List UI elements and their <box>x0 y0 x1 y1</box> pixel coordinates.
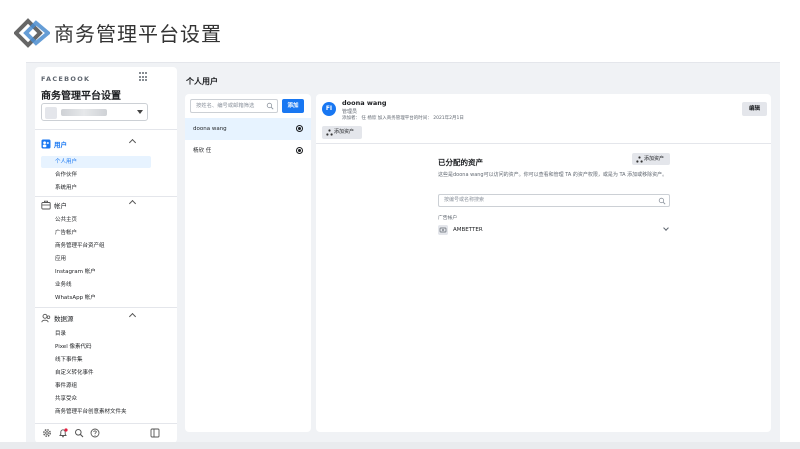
assigned-assets-title: 已分配的资产 <box>438 158 483 167</box>
sidebar-item-pages[interactable]: 公共主页 <box>35 214 177 226</box>
user-list-panel: 按姓名、编号或邮箱筛选 添加 doona wang 杨欣 任 <box>185 94 311 432</box>
sidebar-section-label: 用户 <box>54 141 67 149</box>
search-icon <box>658 197 666 205</box>
briefcase-icon <box>41 200 51 210</box>
divider <box>35 423 177 424</box>
sidebar-item-whatsapp[interactable]: WhatsApp 帐户 <box>35 292 177 304</box>
user-name: 杨欣 任 <box>193 148 212 154</box>
asset-name: AMBETTER <box>453 227 483 233</box>
page-title: 商务管理平台设置 <box>54 22 222 46</box>
sidebar-item-asset-groups[interactable]: 商务管理平台资产组 <box>35 240 177 252</box>
radio-selected-icon[interactable] <box>296 125 303 132</box>
chevron-up-icon[interactable] <box>128 312 137 321</box>
add-assets-button[interactable]: 添加资产 <box>632 153 670 165</box>
section-title: 个人用户 <box>186 77 218 86</box>
bell-icon[interactable] <box>58 428 68 438</box>
sidebar-section-label: 数据源 <box>54 315 74 323</box>
sidebar-item-pixels[interactable]: Pixel 像素代码 <box>35 341 177 353</box>
app-container: FACEBOOK 商务管理平台设置 用户 个人用户 合作伙伴 系统用户 帐户 公… <box>26 62 780 443</box>
sidebar: FACEBOOK 商务管理平台设置 用户 个人用户 合作伙伴 系统用户 帐户 公… <box>35 67 177 443</box>
add-assets-button-label: 添加资产 <box>644 156 665 162</box>
user-detail-panel: FI doona wang 管理员 添加者： 任 杨欣 加入商务管理平台的时间：… <box>316 94 771 432</box>
sidebar-toggle-icon[interactable] <box>150 428 160 438</box>
sidebar-item-people[interactable]: 个人用户 <box>41 156 151 168</box>
user-name: doona wang <box>193 126 227 132</box>
user-detail-name: doona wang <box>342 99 387 107</box>
chevron-up-icon[interactable] <box>128 138 137 147</box>
add-user-button[interactable]: 添加 <box>282 99 304 113</box>
business-avatar <box>45 107 57 119</box>
bottom-bar <box>0 442 800 449</box>
user-row[interactable]: 杨欣 任 <box>185 140 311 162</box>
user-added-meta: 添加者： 任 杨欣 加入商务管理平台的时间： 2021年2月1日 <box>342 116 464 121</box>
diamond-logo-icon <box>14 18 50 48</box>
business-account-select[interactable] <box>41 103 148 121</box>
share-icon <box>326 129 333 136</box>
caret-down-icon <box>137 110 143 114</box>
user-avatar: FI <box>322 102 336 116</box>
user-row[interactable]: doona wang <box>185 118 311 140</box>
sidebar-item-custom-conversions[interactable]: 自定义转化事件 <box>35 367 177 379</box>
assets-description: 这些是doona wang可以访问的资产。你可以查看和管理 TA 的资产权限，或… <box>438 172 668 178</box>
sidebar-item-partners[interactable]: 合作伙伴 <box>35 169 177 181</box>
user-search-input[interactable]: 按姓名、编号或邮箱筛选 <box>190 99 278 113</box>
ad-account-icon <box>438 225 448 235</box>
people-data-icon <box>41 313 51 323</box>
chevron-up-icon[interactable] <box>128 199 137 208</box>
sidebar-item-ad-accounts[interactable]: 广告帐户 <box>35 227 177 239</box>
help-icon[interactable] <box>90 428 100 438</box>
divider <box>35 196 177 197</box>
user-role: 管理员 <box>342 109 358 115</box>
sidebar-item-instagram[interactable]: Instagram 帐户 <box>35 266 177 278</box>
sidebar-title: 商务管理平台设置 <box>41 91 121 102</box>
sidebar-item-event-source-groups[interactable]: 事件源组 <box>35 380 177 392</box>
chevron-down-icon[interactable] <box>663 225 669 231</box>
divider <box>35 129 177 130</box>
search-icon[interactable] <box>74 428 84 438</box>
business-name-blurred <box>61 109 107 116</box>
facebook-brand: FACEBOOK <box>41 75 91 83</box>
sidebar-item-system-users[interactable]: 系统用户 <box>35 182 177 194</box>
share-icon <box>636 155 643 163</box>
add-assets-tab-label: 添加资产 <box>334 129 355 135</box>
sidebar-section-label: 帐户 <box>54 202 67 210</box>
search-icon <box>266 102 274 110</box>
users-icon <box>41 139 51 149</box>
asset-search-input[interactable]: 按编号或名称搜索 <box>438 194 670 207</box>
add-assets-tab[interactable]: 添加资产 <box>322 126 362 139</box>
sidebar-section-accounts[interactable]: 帐户 <box>41 199 137 211</box>
divider <box>35 307 177 308</box>
sidebar-item-offline-events[interactable]: 线下事件集 <box>35 354 177 366</box>
sidebar-footer <box>35 425 177 443</box>
sidebar-item-shared-audiences[interactable]: 共享受众 <box>35 393 177 405</box>
search-placeholder: 按姓名、编号或邮箱筛选 <box>196 103 255 109</box>
sidebar-item-apps[interactable]: 应用 <box>35 253 177 265</box>
sidebar-item-catalogs[interactable]: 目录 <box>35 328 177 340</box>
sidebar-section-data-sources[interactable]: 数据源 <box>41 312 137 324</box>
edit-button[interactable]: 编辑 <box>742 102 767 116</box>
asset-category-label: 广告帐户 <box>438 216 458 221</box>
page-header: 商务管理平台设置 <box>0 0 800 62</box>
asset-row[interactable]: AMBETTER <box>438 223 670 237</box>
sidebar-section-users[interactable]: 用户 <box>41 138 137 150</box>
user-detail-header: FI doona wang 管理员 添加者： 任 杨欣 加入商务管理平台的时间：… <box>316 94 771 144</box>
sidebar-item-business-lines[interactable]: 业务线 <box>35 279 177 291</box>
gear-icon[interactable] <box>42 428 52 438</box>
asset-search-placeholder: 按编号或名称搜索 <box>444 197 485 203</box>
sidebar-item-creative-folders[interactable]: 商务管理平台创意素材文件夹 <box>35 406 177 418</box>
radio-selected-icon[interactable] <box>296 147 303 154</box>
apps-grid-icon[interactable] <box>139 72 149 82</box>
